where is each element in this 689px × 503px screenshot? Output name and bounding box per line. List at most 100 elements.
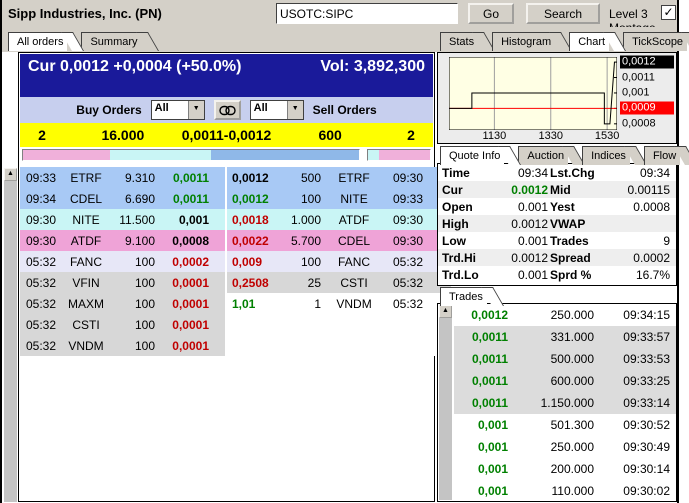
chart-y-tick: 0,0008 xyxy=(620,117,674,130)
tab-quote-quote-info[interactable]: Quote Info xyxy=(440,146,504,165)
trades-list: 0,0012250.00009:34:150,0011331.00009:33:… xyxy=(454,304,676,502)
bid-row[interactable]: 09:34CDEL6.6900,0011 xyxy=(20,188,225,209)
tab-chart-label: Chart xyxy=(578,36,605,48)
symbol-input[interactable] xyxy=(276,3,458,24)
tab-quote-label: Indices xyxy=(591,150,626,162)
ask-size: 100 xyxy=(291,192,327,206)
tab-chart-chart[interactable]: Chart xyxy=(569,32,609,51)
ask-size: 1 xyxy=(291,297,327,311)
order-book: 09:33ETRF9.3100,001109:34CDEL6.6900,0011… xyxy=(20,167,433,356)
ask-row[interactable]: 0,009100FANC05:32 xyxy=(227,251,451,272)
scroll-up-icon[interactable]: ▲ xyxy=(4,168,17,181)
bid-row[interactable]: 09:30NITE11.5000,001 xyxy=(20,209,225,230)
go-button[interactable]: Go xyxy=(468,3,514,24)
ask-price: 1,01 xyxy=(227,297,291,311)
ask-size: 1.000 xyxy=(291,213,327,227)
ask-row[interactable]: 0,00225.700CDEL09:30 xyxy=(227,230,451,251)
ask-column: 0,0012500ETRF09:300,0012100NITE09:330,00… xyxy=(227,167,451,356)
sell-filter-select[interactable]: All▼ xyxy=(250,100,304,120)
bid-price: 0,0002 xyxy=(163,255,225,269)
ask-row[interactable]: 0,0012100NITE09:33 xyxy=(227,188,451,209)
search-button[interactable]: Search xyxy=(526,3,600,24)
buy-orders-label: Buy Orders xyxy=(76,103,141,117)
level3-montage-checkbox[interactable]: ✓ xyxy=(661,5,676,20)
trade-time: 09:33:25 xyxy=(594,374,670,388)
tab-quote-indices[interactable]: Indices xyxy=(582,146,630,165)
quote-info-panel: Time09:34Lst.Chg09:34Cur0.0012Mid0.00115… xyxy=(437,163,677,286)
bid-row[interactable]: 05:32FANC1000,0002 xyxy=(20,251,225,272)
trades-tabs: Trades xyxy=(440,287,501,306)
trade-row: 0,001110.00009:30:02 xyxy=(454,480,676,502)
ask-row[interactable]: 1,011VNDM05:32 xyxy=(227,293,451,314)
bid-row[interactable]: 05:32VFIN1000,0001 xyxy=(20,272,225,293)
chart-y-axis: 0,00120,00110,0010,00090,0008 xyxy=(620,57,674,130)
chart-x-tick: 1330 xyxy=(539,130,563,142)
quote-label: Yest xyxy=(550,200,612,214)
tab-chart-histogram[interactable]: Histogram xyxy=(492,32,555,51)
tab-chart-tickscope[interactable]: TickScope xyxy=(623,32,687,51)
quote-label: Low xyxy=(442,234,490,248)
bid-mm: FANC xyxy=(60,255,112,269)
tab-trades-label: Trades xyxy=(449,291,483,303)
ask-price: 0,0018 xyxy=(227,213,291,227)
ask-row[interactable] xyxy=(227,314,451,335)
bid-time: 05:32 xyxy=(20,339,60,353)
trade-size: 600.000 xyxy=(508,374,594,388)
ask-mm: CSTI xyxy=(327,276,381,290)
bid-size: 100 xyxy=(112,318,163,332)
tab-quote-label: Quote Info xyxy=(449,150,500,162)
bid-price: 0,001 xyxy=(163,213,225,227)
bid-row[interactable]: 09:33ETRF9.3100,0011 xyxy=(20,167,225,188)
quote-value: 0.0012 xyxy=(490,183,550,197)
trades-scrollbar[interactable]: ▲ xyxy=(439,305,452,500)
quote-tabs: Quote Info Auction Indices Flow xyxy=(440,146,689,165)
ask-row[interactable] xyxy=(227,335,451,356)
ask-mm-count: 2 xyxy=(389,127,433,143)
tab-montage-summary[interactable]: Summary xyxy=(81,32,141,51)
depth-segment xyxy=(379,150,430,160)
tab-montage-all-orders[interactable]: All orders xyxy=(8,32,67,51)
ask-row[interactable]: 0,0012500ETRF09:30 xyxy=(227,167,451,188)
buy-filter-select[interactable]: All▼ xyxy=(151,100,205,120)
bid-row[interactable]: 05:32MAXM1000,0001 xyxy=(20,293,225,314)
chevron-down-icon[interactable]: ▼ xyxy=(287,101,303,119)
bid-time: 05:32 xyxy=(20,297,60,311)
sell-orders-label: Sell Orders xyxy=(313,103,377,117)
bid-row[interactable]: 09:30ATDF9.1000,0008 xyxy=(20,230,225,251)
bid-price: 0,0011 xyxy=(163,192,225,206)
trade-row: 0,0011331.00009:33:57 xyxy=(454,326,676,348)
ask-mm: CDEL xyxy=(327,234,381,248)
trade-size: 250.000 xyxy=(508,440,594,454)
tab-trades-trades[interactable]: Trades xyxy=(440,287,487,306)
bid-price: 0,0001 xyxy=(163,276,225,290)
ask-row[interactable]: 0,00181.000ATDF09:30 xyxy=(227,209,451,230)
bid-row[interactable]: 05:32VNDM1000,0001 xyxy=(20,335,225,356)
sell-filter-value: All xyxy=(251,101,287,119)
depth-segment xyxy=(110,150,211,160)
tab-quote-flow[interactable]: Flow xyxy=(644,146,680,165)
ask-mm: ATDF xyxy=(327,213,381,227)
scroll-up-icon[interactable]: ▲ xyxy=(439,305,452,318)
quote-label: Trd.Hi xyxy=(442,251,490,265)
montage-panel: Cur 0,0012 +0,0004 (+50.0%) Vol: 3,892,3… xyxy=(18,52,435,502)
bid-size: 100 xyxy=(112,297,163,311)
bid-time: 09:30 xyxy=(20,234,60,248)
trades-panel: ▲ 0,0012250.00009:34:150,0011331.00009:3… xyxy=(437,303,677,502)
link-orders-button[interactable] xyxy=(214,100,241,120)
ask-row[interactable]: 0,250825CSTI05:32 xyxy=(227,272,451,293)
bid-row[interactable]: 05:32CSTI1000,0001 xyxy=(20,314,225,335)
trade-price: 0,0011 xyxy=(454,352,508,366)
tab-chart-stats[interactable]: Stats xyxy=(440,32,478,51)
current-price-header: Cur 0,0012 +0,0004 (+50.0%) Vol: 3,892,3… xyxy=(20,54,433,97)
volume-text: Vol: 3,892,300 xyxy=(320,58,425,97)
tab-quote-auction[interactable]: Auction xyxy=(518,146,568,165)
chevron-down-icon[interactable]: ▼ xyxy=(188,101,204,119)
trade-time: 09:33:53 xyxy=(594,352,670,366)
quote-label: Open xyxy=(442,200,490,214)
inside-quote-bar: 2 16.000 0,0011-0,0012 600 2 xyxy=(20,123,433,147)
chart-y-tick: 0,0009 xyxy=(620,102,674,115)
trade-row: 0,0012250.00009:34:15 xyxy=(454,304,676,326)
bid-price: 0,0008 xyxy=(163,234,225,248)
quote-row: Low0.001Trades9 xyxy=(438,232,676,249)
montage-scrollbar[interactable]: ▲ xyxy=(4,168,17,502)
